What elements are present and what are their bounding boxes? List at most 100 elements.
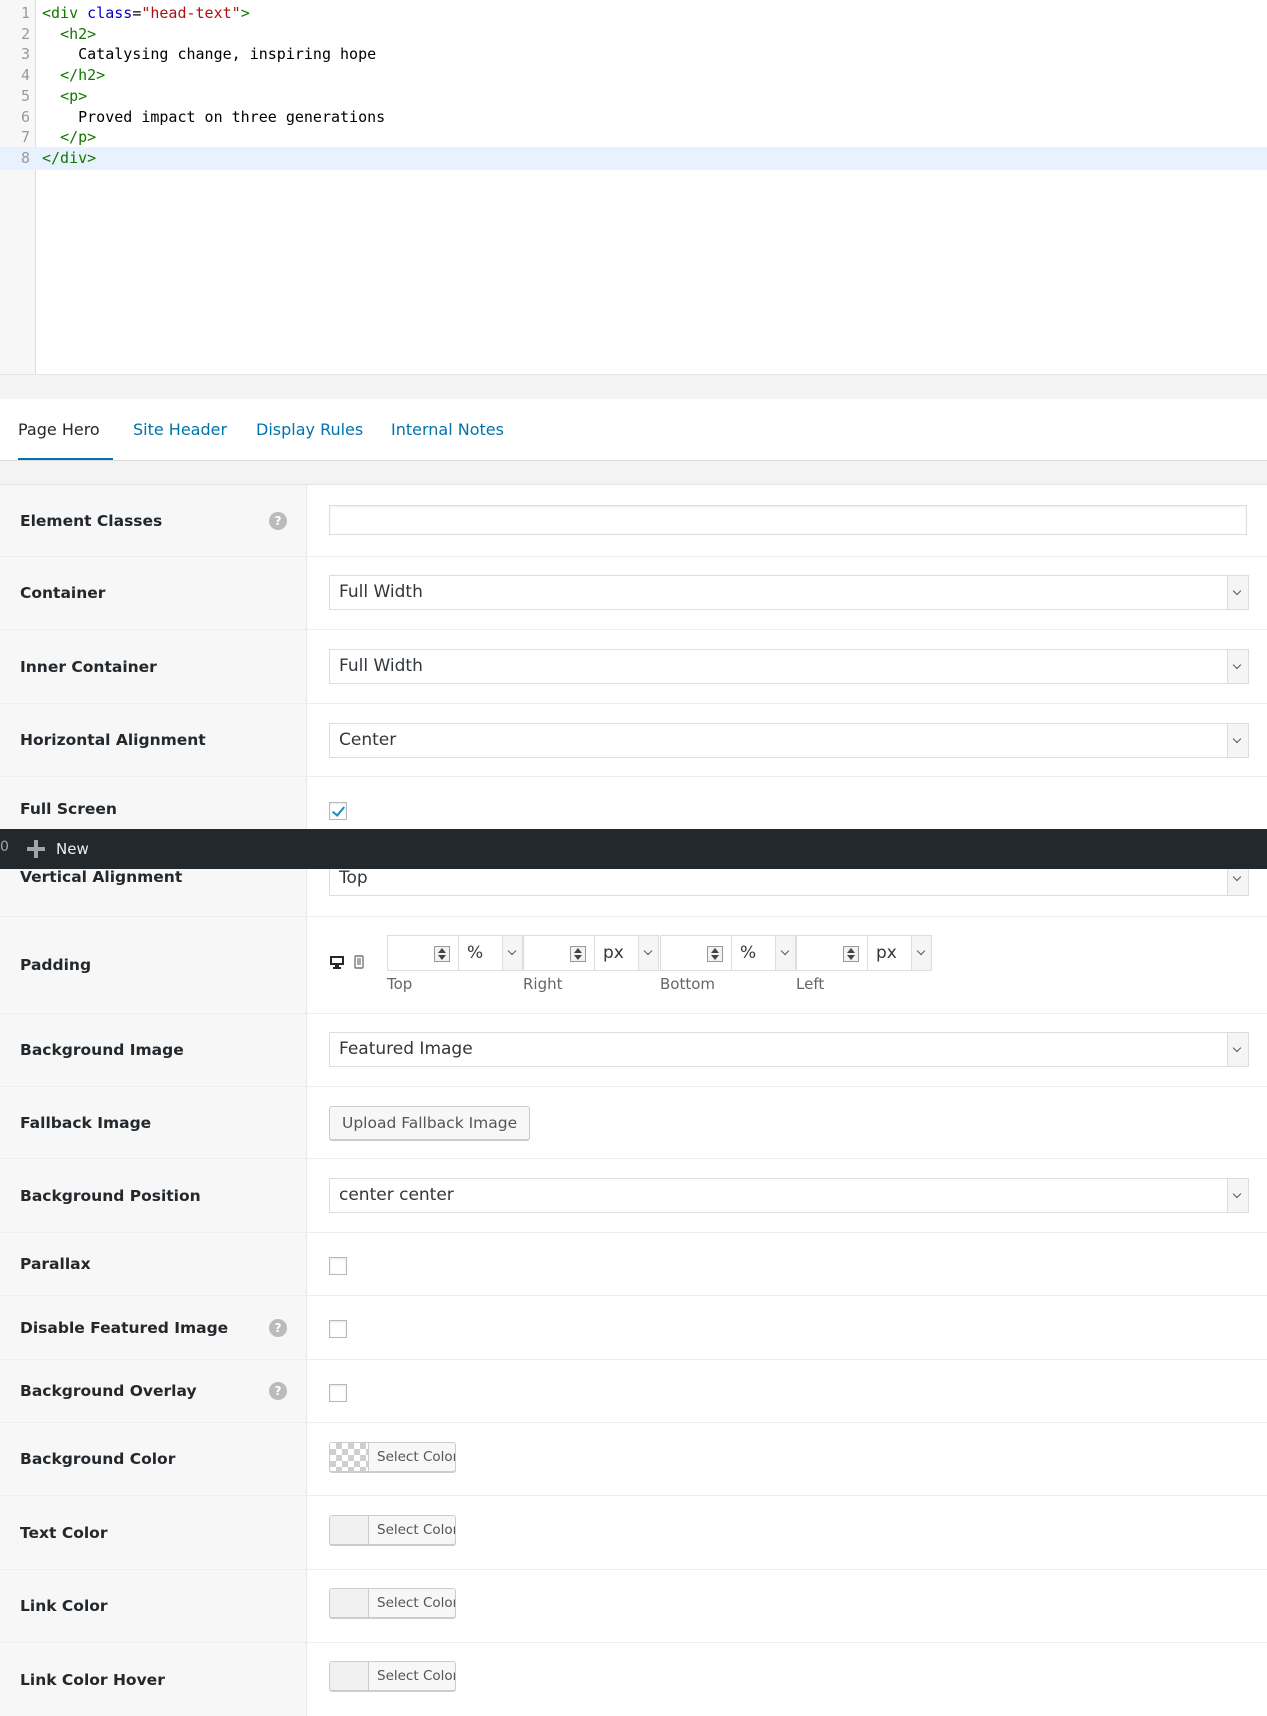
tab-internal-notes[interactable]: Internal Notes: [391, 399, 504, 460]
chevron-down-icon: [775, 935, 796, 971]
line-number: 6: [20, 107, 30, 126]
element-classes-input[interactable]: [329, 505, 1247, 535]
parallax-checkbox[interactable]: [329, 1257, 347, 1275]
new-content-link[interactable]: New: [56, 829, 89, 869]
code-text: <p>: [60, 86, 88, 105]
background-position-select[interactable]: center center: [329, 1178, 1249, 1213]
code-line[interactable]: 3 Catalysing change, inspiring hope: [0, 43, 1267, 66]
row-disable-featured-image: Disable Featured Image?: [0, 1296, 1267, 1360]
line-number: 1: [20, 4, 30, 22]
code-line[interactable]: 4 </h2>: [0, 64, 1267, 87]
code-line[interactable]: 8 </div>: [0, 146, 1267, 170]
background-image-select[interactable]: Featured Image: [329, 1032, 1249, 1067]
horizontal-alignment-select[interactable]: Center: [329, 723, 1249, 758]
container-value: Full Width: [339, 582, 423, 602]
link-color-hover-label: Link Color Hover: [20, 1670, 165, 1689]
row-background-color: Background Color Select Color: [0, 1423, 1267, 1496]
row-text-color: Text Color Select Color: [0, 1496, 1267, 1570]
link-color-hover-picker[interactable]: Select Color: [329, 1661, 456, 1691]
tabs-spacer: [0, 461, 1267, 485]
admin-bar-edge-text: 0: [0, 839, 9, 855]
code-text: <h2>: [60, 24, 97, 43]
row-background-position: Background Position center center: [0, 1159, 1267, 1233]
line-number: 4: [20, 66, 30, 85]
admin-bar: 0 New: [0, 829, 1267, 869]
row-link-color-hover: Link Color Hover Select Color: [0, 1643, 1267, 1716]
spinner-icon[interactable]: [707, 946, 723, 962]
code-line[interactable]: 1 <div class="head-text">: [0, 2, 1267, 25]
inner-container-label: Inner Container: [20, 657, 157, 676]
help-icon[interactable]: ?: [269, 511, 287, 530]
spinner-icon[interactable]: [434, 946, 450, 962]
upload-fallback-image-button[interactable]: Upload Fallback Image: [329, 1106, 531, 1140]
disable-featured-image-checkbox[interactable]: [329, 1320, 347, 1338]
code-editor[interactable]: 1 <div class="head-text"> 2 <h2> 3 Catalysi…: [0, 0, 1267, 375]
fallback-image-label: Fallback Image: [20, 1113, 152, 1132]
chevron-down-icon: [1227, 1179, 1248, 1212]
padding-bottom-input[interactable]: [660, 935, 732, 971]
inner-container-value: Full Width: [339, 656, 423, 676]
tab-site-header[interactable]: Site Header: [133, 399, 227, 460]
row-parallax: Parallax: [0, 1233, 1267, 1296]
select-color-label: Select Color: [377, 1668, 456, 1684]
desktop-icon[interactable]: [329, 955, 345, 969]
tab-bar: Page Hero Site Header Display Rules Inte…: [0, 399, 1267, 461]
chevron-down-icon: [911, 935, 932, 971]
color-swatch: [330, 1662, 369, 1690]
tab-display-rules[interactable]: Display Rules: [256, 399, 363, 460]
background-position-label: Background Position: [20, 1186, 201, 1205]
code-text: </p>: [60, 128, 97, 147]
padding-bottom-unit-select[interactable]: %: [732, 935, 796, 971]
row-padding: Padding % px % px Top Right Bottom Left: [0, 917, 1267, 1014]
parallax-label: Parallax: [20, 1255, 91, 1273]
padding-top-unit-select[interactable]: %: [459, 935, 523, 971]
row-link-color: Link Color Select Color: [0, 1570, 1267, 1643]
help-icon[interactable]: ?: [269, 1318, 287, 1337]
spinner-icon[interactable]: [843, 946, 859, 962]
full-screen-label: Full Screen: [20, 800, 117, 818]
padding-right-caption: Right: [523, 975, 563, 993]
padding-top-input[interactable]: [387, 935, 459, 971]
padding-left-input[interactable]: [796, 935, 868, 971]
spinner-icon[interactable]: [570, 946, 586, 962]
line-number: 5: [20, 86, 30, 105]
padding-bottom-caption: Bottom: [660, 975, 716, 993]
code-line[interactable]: 7 </p>: [0, 126, 1267, 149]
line-number: 8: [20, 148, 30, 167]
editor-footer: [0, 374, 1267, 400]
padding-bottom-unit: %: [740, 943, 757, 963]
inner-container-select[interactable]: Full Width: [329, 649, 1249, 684]
code-line[interactable]: 5 <p>: [0, 85, 1267, 108]
element-classes-label: Element Classes: [20, 511, 163, 530]
padding-right-input[interactable]: [523, 935, 595, 971]
code-line[interactable]: 6 Proved impact on three generations: [0, 106, 1267, 129]
row-inner-container: Inner Container Full Width: [0, 630, 1267, 704]
background-color-picker[interactable]: Select Color: [329, 1442, 456, 1472]
chevron-down-icon: [1227, 724, 1248, 757]
horizontal-alignment-value: Center: [339, 730, 397, 750]
plus-icon[interactable]: [27, 840, 45, 858]
text-color-picker[interactable]: Select Color: [329, 1515, 456, 1545]
container-select[interactable]: Full Width: [329, 575, 1249, 610]
padding-right-unit-select[interactable]: px: [595, 935, 659, 971]
padding-top-control: %: [387, 935, 523, 971]
padding-right-unit: px: [603, 943, 624, 963]
chevron-down-icon: [502, 935, 523, 971]
background-overlay-checkbox[interactable]: [329, 1384, 347, 1402]
horizontal-alignment-label: Horizontal Alignment: [20, 731, 206, 749]
row-fallback-image: Fallback Image Upload Fallback Image: [0, 1087, 1267, 1159]
code-line[interactable]: 2 <h2>: [0, 23, 1267, 46]
tab-page-hero[interactable]: Page Hero: [18, 399, 113, 460]
padding-left-control: px: [796, 935, 932, 971]
help-icon[interactable]: ?: [269, 1382, 287, 1400]
select-color-label: Select Color: [377, 1595, 456, 1611]
mobile-icon[interactable]: [354, 955, 364, 969]
padding-right-control: px: [523, 935, 659, 971]
link-color-label: Link Color: [20, 1597, 108, 1615]
full-screen-checkbox[interactable]: [329, 802, 347, 820]
link-color-picker[interactable]: Select Color: [329, 1588, 456, 1618]
code-text: Proved impact on three generations: [42, 107, 386, 126]
color-swatch: [330, 1589, 369, 1617]
padding-left-unit-select[interactable]: px: [868, 935, 932, 971]
row-background-image: Background Image Featured Image: [0, 1014, 1267, 1087]
